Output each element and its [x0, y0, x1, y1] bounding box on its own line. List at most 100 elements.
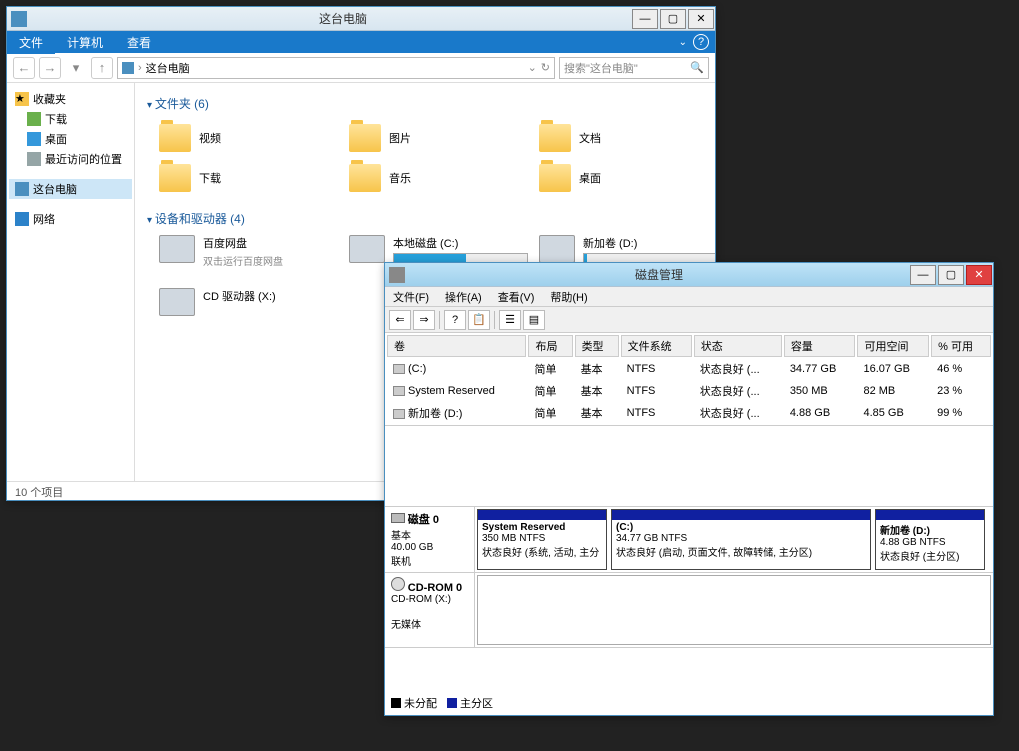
drive-item[interactable]: CD 驱动器 (X:): [159, 288, 339, 316]
search-placeholder: 搜索"这台电脑": [564, 60, 638, 76]
window-icon: [11, 11, 27, 27]
drive-label: CD 驱动器 (X:): [203, 288, 339, 304]
folder-icon: [349, 124, 381, 152]
drive-icon: [159, 288, 195, 316]
drive-icon: [349, 235, 385, 263]
volume-icon: [393, 386, 405, 396]
drive-subtext: 双击运行百度网盘: [203, 253, 339, 268]
close-button[interactable]: ✕: [966, 265, 992, 285]
explorer-ribbon: 文件 计算机 查看 ⌄ ?: [7, 31, 715, 53]
drive-label: 百度网盘: [203, 235, 339, 251]
disk0-row: 磁盘 0 基本 40.00 GB 联机 System Reserved350 M…: [385, 507, 993, 573]
diskmgr-icon: [389, 267, 405, 283]
drive-label: 新加卷 (D:): [583, 235, 715, 251]
explorer-sidebar: ★收藏夹 下载 桌面 最近访问的位置 这台电脑 网络: [7, 83, 135, 481]
address-text: 这台电脑: [146, 60, 190, 76]
folder-item[interactable]: 文档: [539, 120, 715, 156]
maximize-button[interactable]: ▢: [938, 265, 964, 285]
column-header[interactable]: 卷: [387, 335, 526, 357]
tb-forward-button[interactable]: ⇒: [413, 310, 435, 330]
sidebar-favorites[interactable]: ★收藏夹: [9, 89, 132, 109]
nav-up-button[interactable]: ↑: [91, 57, 113, 79]
disk0-label[interactable]: 磁盘 0 基本 40.00 GB 联机: [385, 507, 475, 572]
ribbon-view[interactable]: 查看: [115, 31, 163, 54]
column-header[interactable]: % 可用: [931, 335, 991, 357]
partition[interactable]: 新加卷 (D:)4.88 GB NTFS状态良好 (主分区): [875, 509, 985, 570]
minimize-button[interactable]: —: [632, 9, 658, 29]
volume-icon: [393, 409, 405, 419]
nav-back-button[interactable]: ←: [13, 57, 35, 79]
sidebar-downloads[interactable]: 下载: [9, 109, 132, 129]
folder-item[interactable]: 音乐: [349, 160, 529, 196]
folder-label: 桌面: [579, 170, 601, 186]
maximize-button[interactable]: ▢: [660, 9, 686, 29]
minimize-button[interactable]: —: [910, 265, 936, 285]
column-header[interactable]: 容量: [784, 335, 856, 357]
diskmgr-window: 磁盘管理 — ▢ ✕ 文件(F) 操作(A) 查看(V) 帮助(H) ⇐ ⇒ ?…: [384, 262, 994, 716]
nav-history-button[interactable]: ▾: [65, 57, 87, 79]
cdrom-label[interactable]: CD-ROM 0 CD-ROM (X:) 无媒体: [385, 573, 475, 647]
column-header[interactable]: 状态: [694, 335, 782, 357]
legend-primary-icon: [447, 698, 457, 708]
diskmgr-toolbar: ⇐ ⇒ ? 📋 ☰ ▤: [385, 307, 993, 333]
computer-icon: [122, 62, 134, 74]
partition[interactable]: (C:)34.77 GB NTFS状态良好 (启动, 页面文件, 故障转储, 主…: [611, 509, 871, 570]
volume-table: 卷布局类型文件系统状态容量可用空间% 可用 (C:)简单基本NTFS状态良好 (…: [385, 333, 993, 426]
explorer-navbar: ← → ▾ ↑ › 这台电脑 ⌄ ↻ 搜索"这台电脑" 🔍: [7, 53, 715, 83]
folder-item[interactable]: 图片: [349, 120, 529, 156]
tb-properties-button[interactable]: 📋: [468, 310, 490, 330]
diskmgr-menubar: 文件(F) 操作(A) 查看(V) 帮助(H): [385, 287, 993, 307]
sidebar-recent[interactable]: 最近访问的位置: [9, 149, 132, 169]
cdrom-row: CD-ROM 0 CD-ROM (X:) 无媒体: [385, 573, 993, 648]
folders-header[interactable]: 文件夹 (6): [147, 91, 703, 116]
address-bar[interactable]: › 这台电脑 ⌄ ↻: [117, 57, 555, 79]
ribbon-file[interactable]: 文件: [7, 31, 55, 54]
column-header[interactable]: 文件系统: [621, 335, 692, 357]
volume-icon: [393, 364, 405, 374]
ribbon-computer[interactable]: 计算机: [55, 31, 115, 54]
ribbon-expand-icon[interactable]: ⌄: [679, 37, 687, 48]
tb-view1-button[interactable]: ☰: [499, 310, 521, 330]
folder-item[interactable]: 下载: [159, 160, 339, 196]
menu-view[interactable]: 查看(V): [490, 287, 543, 306]
drives-header[interactable]: 设备和驱动器 (4): [147, 206, 703, 231]
folder-icon: [159, 124, 191, 152]
menu-file[interactable]: 文件(F): [385, 287, 437, 306]
column-header[interactable]: 可用空间: [857, 335, 929, 357]
volume-row[interactable]: (C:)简单基本NTFS状态良好 (...34.77 GB16.07 GB46 …: [387, 359, 991, 379]
volume-row[interactable]: 新加卷 (D:)简单基本NTFS状态良好 (...4.88 GB4.85 GB9…: [387, 403, 991, 423]
drive-icon: [539, 235, 575, 263]
column-header[interactable]: 布局: [528, 335, 572, 357]
folder-item[interactable]: 桌面: [539, 160, 715, 196]
quick-icon: [35, 11, 51, 27]
tb-back-button[interactable]: ⇐: [389, 310, 411, 330]
sidebar-this-pc[interactable]: 这台电脑: [9, 179, 132, 199]
diskmgr-title: 磁盘管理: [409, 266, 909, 283]
folder-label: 下载: [199, 170, 221, 186]
folder-icon: [159, 164, 191, 192]
menu-help[interactable]: 帮助(H): [542, 287, 595, 306]
partition[interactable]: System Reserved350 MB NTFS状态良好 (系统, 活动, …: [477, 509, 607, 570]
diskmgr-titlebar[interactable]: 磁盘管理 — ▢ ✕: [385, 263, 993, 287]
tb-view2-button[interactable]: ▤: [523, 310, 545, 330]
folder-item[interactable]: 视频: [159, 120, 339, 156]
nav-forward-button[interactable]: →: [39, 57, 61, 79]
drive-icon: [159, 235, 195, 263]
volume-row[interactable]: System Reserved简单基本NTFS状态良好 (...350 MB82…: [387, 381, 991, 401]
menu-action[interactable]: 操作(A): [437, 287, 490, 306]
sidebar-network[interactable]: 网络: [9, 209, 132, 229]
sidebar-desktop[interactable]: 桌面: [9, 129, 132, 149]
legend-unalloc-icon: [391, 698, 401, 708]
close-button[interactable]: ✕: [688, 9, 714, 29]
tb-refresh-button[interactable]: ?: [444, 310, 466, 330]
help-icon[interactable]: ?: [693, 34, 709, 50]
folder-icon: [349, 164, 381, 192]
explorer-titlebar[interactable]: 这台电脑 — ▢ ✕: [7, 7, 715, 31]
drive-item[interactable]: 百度网盘双击运行百度网盘: [159, 235, 339, 280]
folder-label: 图片: [389, 130, 411, 146]
refresh-icon[interactable]: ↻: [541, 61, 550, 74]
window-title: 这台电脑: [55, 10, 631, 27]
search-input[interactable]: 搜索"这台电脑" 🔍: [559, 57, 709, 79]
column-header[interactable]: 类型: [575, 335, 619, 357]
address-dropdown-icon[interactable]: ⌄: [528, 61, 537, 74]
